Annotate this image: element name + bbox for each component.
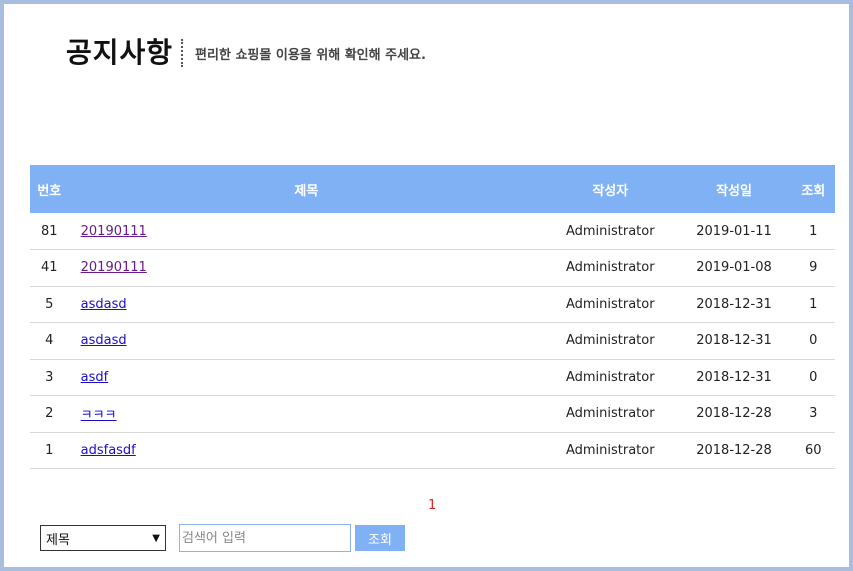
row-number: 41 bbox=[41, 260, 58, 276]
dropdown-arrow-icon: ▼ bbox=[152, 532, 160, 544]
search-field-select[interactable]: 제목 ▼ bbox=[40, 525, 166, 551]
row-views: 3 bbox=[809, 406, 818, 422]
row-date: 2018-12-31 bbox=[696, 333, 772, 349]
row-views: 9 bbox=[809, 260, 818, 276]
row-number: 81 bbox=[41, 223, 58, 239]
row-views: 0 bbox=[809, 369, 818, 385]
table-row: 81 20190111 Administrator 2019-01-11 1 bbox=[30, 213, 835, 250]
row-number: 2 bbox=[45, 406, 54, 422]
row-author: Administrator bbox=[565, 406, 655, 422]
row-title-cell: 20190111 bbox=[69, 213, 544, 250]
column-header-number: 번호 bbox=[37, 183, 62, 199]
search-bar: 제목 ▼ 조회 bbox=[40, 524, 405, 552]
row-date: 2019-01-08 bbox=[696, 260, 772, 276]
table-row: 3 asdf Administrator 2018-12-31 0 bbox=[30, 359, 835, 396]
row-views: 1 bbox=[809, 296, 818, 312]
column-header-author: 작성자 bbox=[592, 183, 629, 199]
pagination: 1 bbox=[428, 498, 436, 513]
column-header-title: 제목 bbox=[294, 183, 319, 199]
post-title-link[interactable]: 20190111 bbox=[81, 260, 147, 275]
table-row: 4 asdasd Administrator 2018-12-31 0 bbox=[30, 323, 835, 360]
row-title-cell: asdf bbox=[69, 359, 544, 396]
row-date: 2018-12-31 bbox=[696, 369, 772, 385]
column-header-views: 조회 bbox=[801, 183, 826, 199]
row-author: Administrator bbox=[565, 442, 655, 458]
row-author: Administrator bbox=[565, 260, 655, 276]
post-title-link[interactable]: asdasd bbox=[81, 333, 127, 348]
page-subtitle: 편리한 쇼핑몰 이용을 위해 확인해 주세요. bbox=[195, 47, 426, 63]
page-number-current[interactable]: 1 bbox=[428, 498, 436, 513]
notice-table-container: 번호 제목 작성자 작성일 조회 81 20190111 Administrat… bbox=[30, 165, 835, 469]
row-author: Administrator bbox=[565, 369, 655, 385]
row-number: 5 bbox=[45, 296, 54, 312]
row-title-cell: 20190111 bbox=[69, 250, 544, 287]
search-field-selected-value: 제목 bbox=[46, 532, 70, 548]
table-row: 2 ㅋㅋㅋ Administrator 2018-12-28 3 bbox=[30, 396, 835, 433]
table-row: 41 20190111 Administrator 2019-01-08 9 bbox=[30, 250, 835, 287]
post-title-link[interactable]: asdf bbox=[81, 370, 109, 385]
row-title-cell: ㅋㅋㅋ bbox=[69, 396, 544, 433]
row-title-cell: asdasd bbox=[69, 323, 544, 360]
row-author: Administrator bbox=[565, 333, 655, 349]
row-views: 0 bbox=[809, 333, 818, 349]
page-header: 공지사항 편리한 쇼핑몰 이용을 위해 확인해 주세요. bbox=[66, 34, 426, 72]
table-row: 5 asdasd Administrator 2018-12-31 1 bbox=[30, 286, 835, 323]
row-number: 1 bbox=[45, 442, 54, 458]
row-number: 4 bbox=[45, 333, 54, 349]
search-button[interactable]: 조회 bbox=[355, 525, 405, 551]
title-divider bbox=[181, 39, 184, 67]
row-number: 3 bbox=[45, 369, 54, 385]
row-date: 2018-12-28 bbox=[696, 442, 772, 458]
page-frame: 공지사항 편리한 쇼핑몰 이용을 위해 확인해 주세요. 번호 제목 작성자 작… bbox=[0, 0, 853, 571]
post-title-link[interactable]: asdasd bbox=[81, 297, 127, 312]
row-author: Administrator bbox=[565, 296, 655, 312]
row-views: 60 bbox=[805, 442, 822, 458]
row-date: 2018-12-28 bbox=[696, 406, 772, 422]
column-header-date: 작성일 bbox=[716, 183, 752, 199]
row-date: 2019-01-11 bbox=[696, 223, 772, 239]
post-title-link[interactable]: ㅋㅋㅋ bbox=[81, 408, 117, 423]
table-row: 1 adsfasdf Administrator 2018-12-28 60 bbox=[30, 432, 835, 469]
post-title-link[interactable]: adsfasdf bbox=[81, 443, 136, 458]
notice-table: 번호 제목 작성자 작성일 조회 81 20190111 Administrat… bbox=[30, 165, 835, 469]
row-date: 2018-12-31 bbox=[696, 296, 772, 312]
row-views: 1 bbox=[809, 223, 818, 239]
row-author: Administrator bbox=[565, 223, 655, 239]
row-title-cell: asdasd bbox=[69, 286, 544, 323]
post-title-link[interactable]: 20190111 bbox=[81, 224, 147, 239]
search-input[interactable] bbox=[179, 524, 351, 552]
page-title: 공지사항 bbox=[66, 36, 174, 69]
row-title-cell: adsfasdf bbox=[69, 432, 544, 469]
table-header-row: 번호 제목 작성자 작성일 조회 bbox=[30, 165, 835, 213]
